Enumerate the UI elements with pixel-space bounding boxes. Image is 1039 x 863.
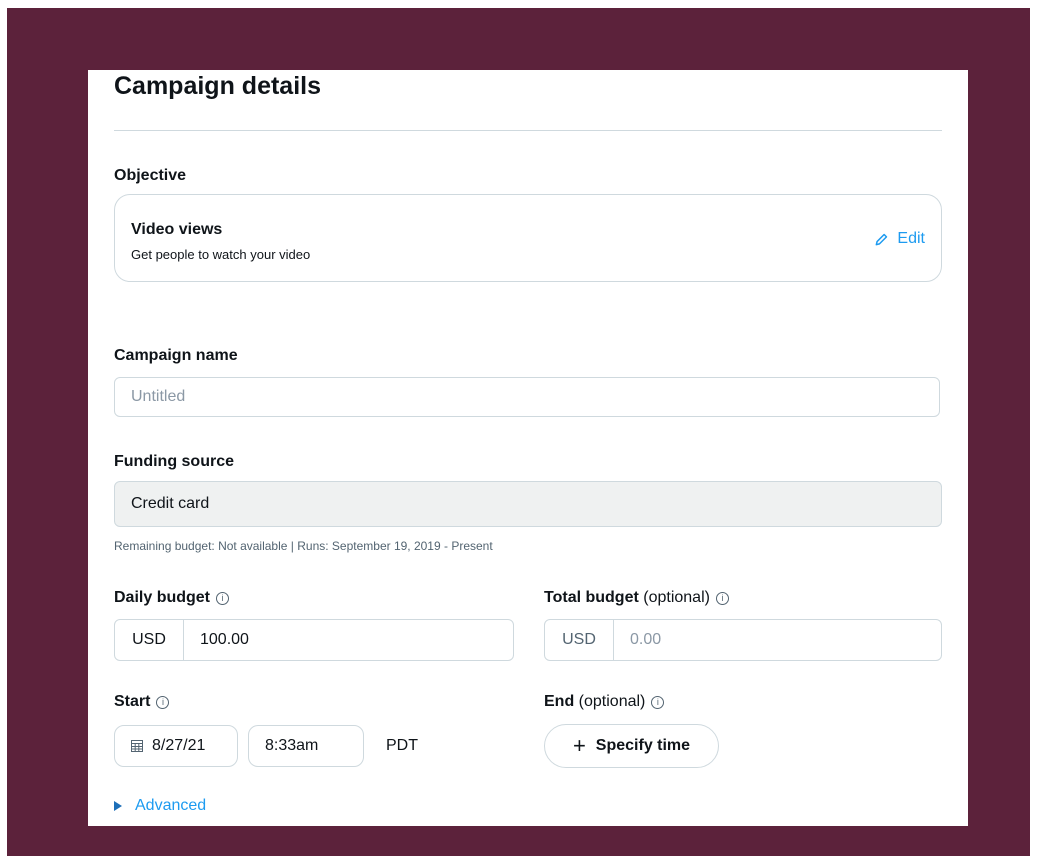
currency-prefix: USD xyxy=(115,620,184,660)
start-label-text: Start xyxy=(114,693,151,710)
timezone-label: PDT xyxy=(386,737,418,754)
start-date-value: 8/27/21 xyxy=(152,737,206,754)
optional-text: (optional) xyxy=(578,693,646,710)
info-icon[interactable]: i xyxy=(216,592,230,605)
objective-description: Get people to watch your video xyxy=(131,247,311,262)
currency-prefix: USD xyxy=(545,620,614,660)
calendar-icon xyxy=(131,740,143,752)
funding-source-select[interactable]: Credit card xyxy=(114,481,942,527)
advanced-label: Advanced xyxy=(135,797,207,814)
funding-source-label: Funding source xyxy=(114,453,234,470)
total-budget-input[interactable]: USD 0.00 xyxy=(544,619,942,661)
title-divider xyxy=(114,130,942,131)
edit-label: Edit xyxy=(897,230,925,247)
info-icon[interactable]: i xyxy=(156,696,170,709)
total-budget-label: Total budget (optional) i xyxy=(544,588,729,608)
total-budget-placeholder: 0.00 xyxy=(630,631,662,648)
end-label-text: End xyxy=(544,693,575,710)
funding-helper-text: Remaining budget: Not available | Runs: … xyxy=(114,539,493,553)
specify-time-label: Specify time xyxy=(595,737,691,754)
edit-objective-button[interactable]: Edit xyxy=(874,230,925,248)
backdrop-frame: Campaign details Objective Video views G… xyxy=(7,8,1030,856)
specify-time-button[interactable]: + Specify time xyxy=(544,724,719,768)
start-time-value: 8:33am xyxy=(265,737,319,754)
funding-source-value: Credit card xyxy=(131,495,210,512)
total-budget-label-text: Total budget xyxy=(544,589,639,606)
info-icon[interactable]: i xyxy=(715,592,729,605)
start-date-picker[interactable]: 8/27/21 xyxy=(114,725,238,767)
start-time-input[interactable]: 8:33am xyxy=(248,725,364,767)
info-icon[interactable]: i xyxy=(651,696,665,709)
daily-budget-label-text: Daily budget xyxy=(114,589,211,606)
pencil-icon xyxy=(876,233,888,245)
page-title: Campaign details xyxy=(114,72,321,100)
objective-card: Video views Get people to watch your vid… xyxy=(114,194,942,282)
end-label: End (optional) i xyxy=(544,692,665,712)
campaign-name-input[interactable] xyxy=(114,377,940,417)
campaign-details-panel: Campaign details Objective Video views G… xyxy=(88,70,968,826)
campaign-name-label: Campaign name xyxy=(114,347,238,364)
daily-budget-value: 100.00 xyxy=(200,631,249,648)
start-label: Start i xyxy=(114,692,170,712)
plus-icon: + xyxy=(572,733,586,758)
caret-right-icon xyxy=(114,801,122,811)
optional-text: (optional) xyxy=(643,589,710,606)
daily-budget-label: Daily budget i xyxy=(114,588,230,608)
advanced-toggle[interactable]: Advanced xyxy=(114,797,206,815)
objective-label: Objective xyxy=(114,167,187,184)
daily-budget-input[interactable]: USD 100.00 xyxy=(114,619,514,661)
objective-title: Video views xyxy=(131,221,223,238)
